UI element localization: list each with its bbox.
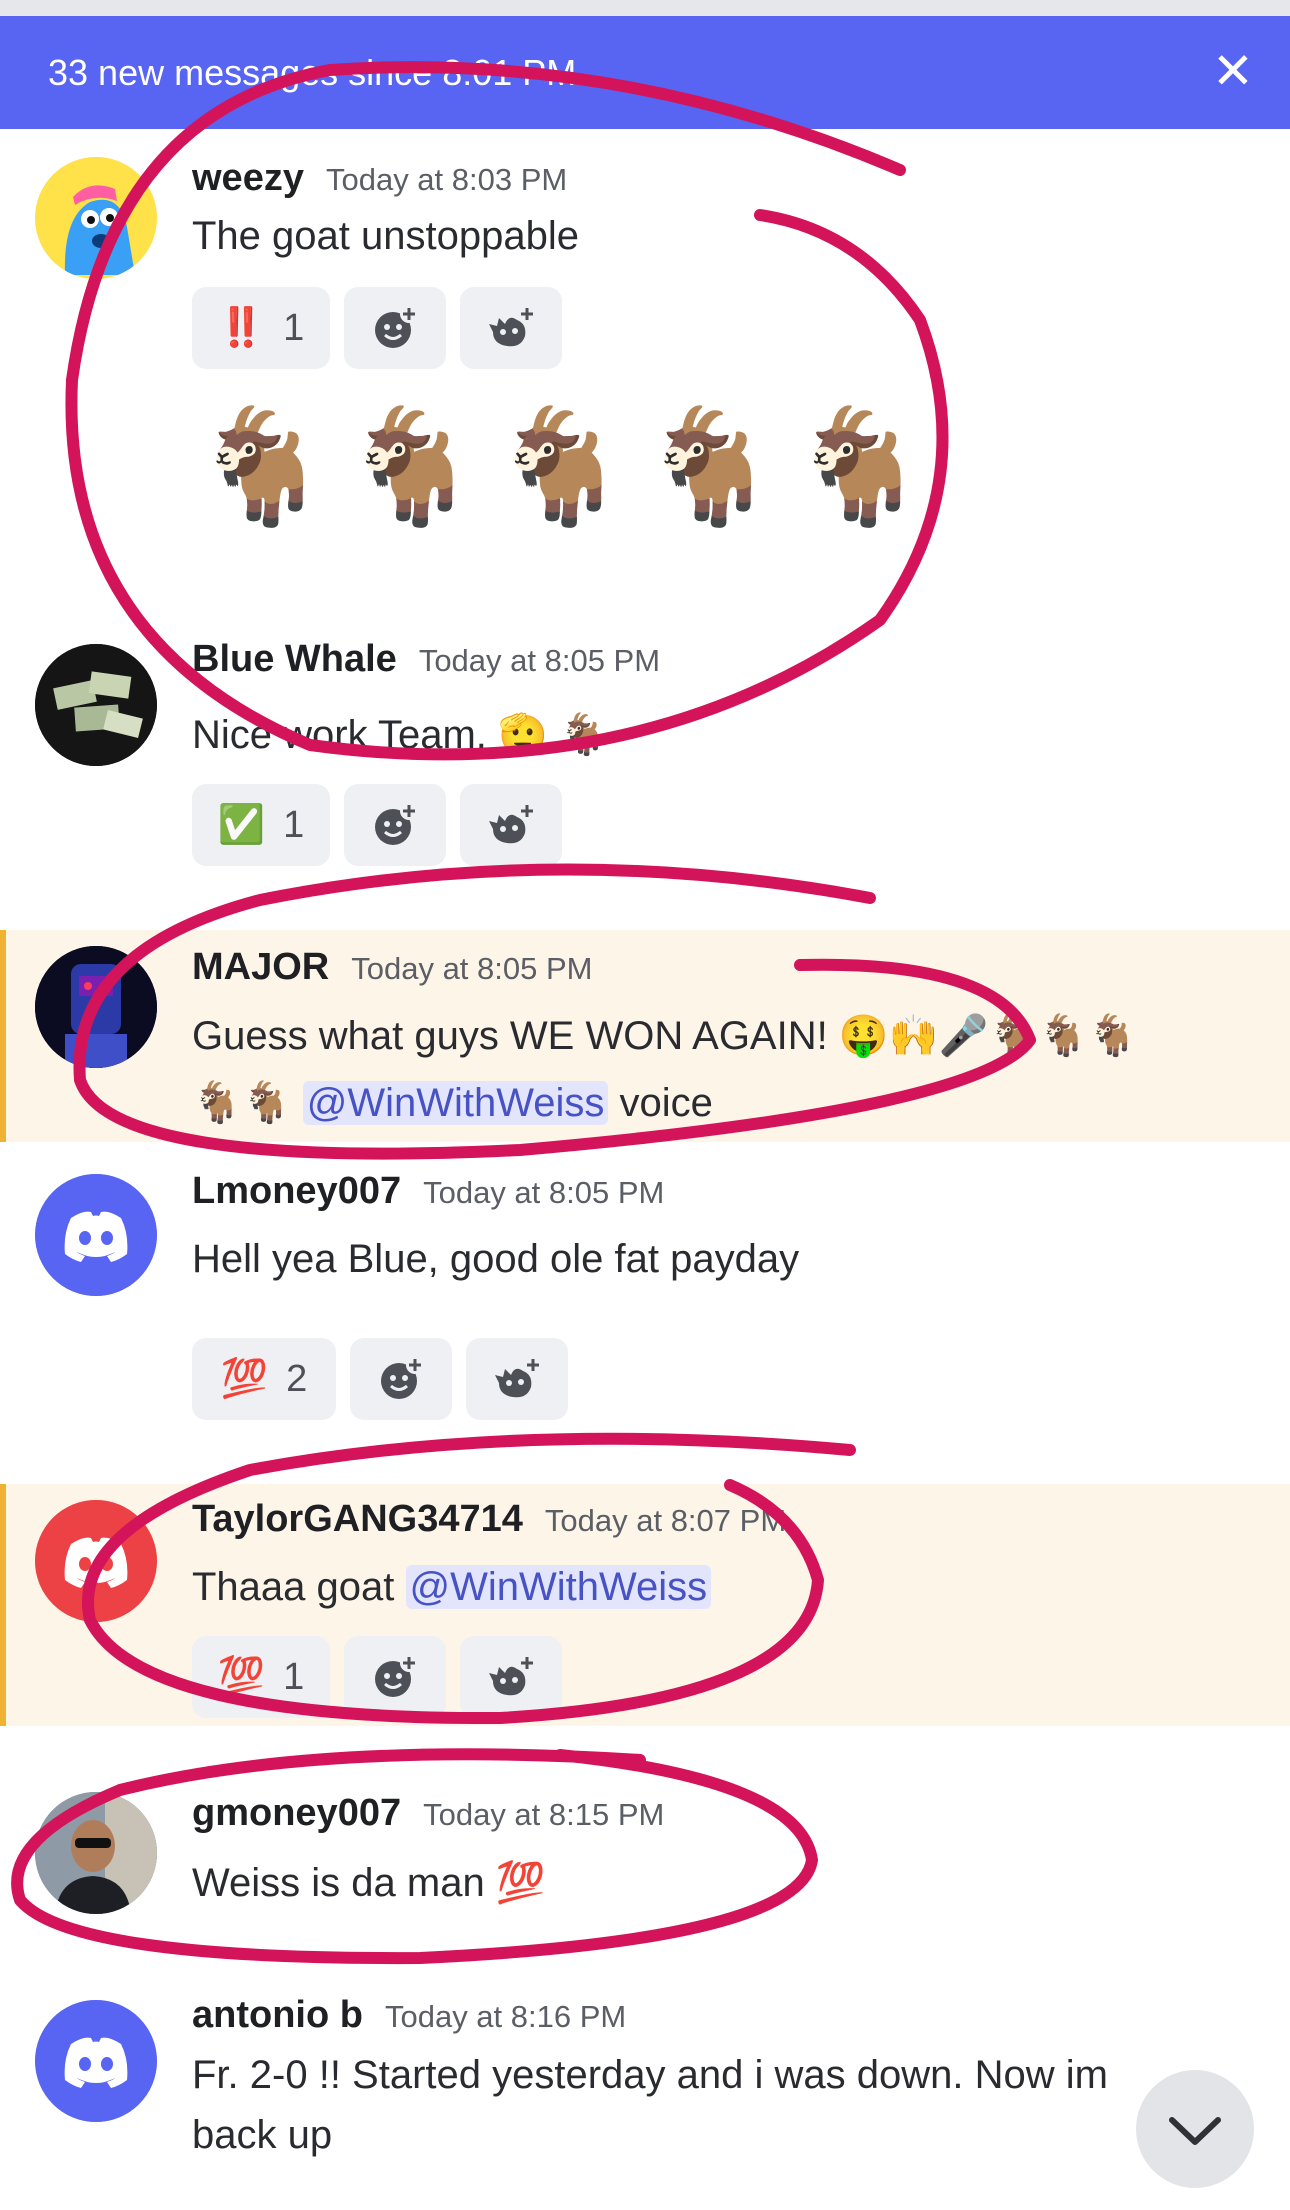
author-name[interactable]: weezy Today at 8:03 PM: [192, 157, 567, 200]
message-text: Weiss is da man 💯: [192, 1861, 546, 1905]
reaction-count: 1: [283, 803, 305, 846]
timestamp: Today at 8:07 PM: [544, 1503, 787, 1538]
reaction-bar: ‼️ 1: [192, 287, 562, 369]
timestamp: Today at 8:03 PM: [325, 162, 568, 197]
add-reaction-button[interactable]: [344, 1636, 446, 1718]
avatar[interactable]: [35, 1792, 157, 1914]
super-reaction-icon: [489, 1654, 536, 1696]
add-reaction-icon: [381, 1356, 424, 1399]
reaction-count: 1: [283, 1655, 305, 1698]
discord-logo-icon: [35, 1174, 157, 1296]
add-super-reaction-button[interactable]: [466, 1338, 568, 1420]
avatar[interactable]: [35, 157, 157, 279]
avatar[interactable]: [35, 1174, 157, 1296]
status-bar-strip: [0, 0, 1290, 16]
chevron-down-icon: [1169, 2117, 1221, 2145]
reaction-emoji: 💯: [217, 1656, 266, 1698]
reaction-count: 2: [286, 1357, 308, 1400]
jump-to-bottom-button[interactable]: [1136, 2070, 1254, 2188]
reaction-hundred-points[interactable]: 💯 1: [192, 1636, 330, 1718]
reaction-emoji: ✅: [217, 804, 266, 846]
message-text: Thaaa goat @WinWithWeiss: [192, 1554, 1232, 1620]
avatar[interactable]: [35, 2000, 157, 2122]
message-text-line-1: Fr. 2-0 !! Started yesterday and i was d…: [192, 2053, 1108, 2097]
new-messages-banner[interactable]: 33 new messages since 8:01 PM ✕: [0, 16, 1290, 129]
add-super-reaction-button[interactable]: [460, 1636, 562, 1718]
author-name[interactable]: Lmoney007 Today at 8:05 PM: [192, 1170, 664, 1213]
message-lmoney007[interactable]: Lmoney007 Today at 8:05 PM Hell yea Blue,…: [0, 1170, 1290, 1440]
author-name[interactable]: Blue Whale Today at 8:05 PM: [192, 638, 660, 681]
message-antonio-b[interactable]: antonio b Today at 8:16 PM Fr. 2-0 !! Sta…: [0, 1990, 1290, 2210]
reaction-hundred-points[interactable]: 💯 2: [192, 1338, 336, 1420]
discord-logo-icon: [35, 1500, 157, 1622]
timestamp: Today at 8:05 PM: [351, 951, 593, 986]
message-taylorgang34714[interactable]: TaylorGANG34714 Today at 8:07 PM Thaaa go…: [0, 1484, 1290, 1726]
blue-monster-avatar-icon: [35, 157, 157, 279]
add-reaction-icon: [375, 1654, 418, 1697]
robot-avatar-icon: [35, 946, 157, 1068]
user-mention[interactable]: @WinWithWeiss: [302, 1081, 609, 1125]
message-weezy[interactable]: weezy Today at 8:03 PM The goat unstoppab…: [0, 129, 1290, 609]
add-super-reaction-button[interactable]: [460, 287, 562, 369]
timestamp: Today at 8:05 PM: [423, 1175, 665, 1210]
add-reaction-button[interactable]: [344, 784, 446, 866]
super-reaction-icon: [495, 1356, 542, 1398]
timestamp: Today at 8:16 PM: [384, 1999, 627, 2034]
reaction-bar: ✅ 1: [192, 784, 562, 866]
add-reaction-icon: [375, 305, 418, 348]
add-super-reaction-button[interactable]: [460, 784, 562, 866]
reaction-count: 1: [283, 306, 305, 349]
discord-logo-icon: [35, 2000, 157, 2122]
person-photo-avatar-icon: [35, 1792, 157, 1914]
reaction-bar: 💯 2: [192, 1338, 568, 1420]
add-reaction-icon: [375, 802, 418, 845]
message-major[interactable]: MAJOR Today at 8:05 PM Guess what guys WE…: [0, 930, 1290, 1142]
big-emoji-line: 🐐🐐🐐🐐🐐: [192, 404, 940, 529]
message-text: The goat unstoppable: [192, 214, 579, 258]
reaction-check-mark[interactable]: ✅ 1: [192, 784, 330, 866]
message-text-line-2: 🐐🐐 @WinWithWeiss voice: [192, 1081, 713, 1125]
super-reaction-icon: [489, 802, 536, 844]
timestamp: Today at 8:15 PM: [423, 1797, 665, 1832]
message-text: Hell yea Blue, good ole fat payday: [192, 1237, 800, 1281]
message-gmoney007[interactable]: gmoney007 Today at 8:15 PM Weiss is da ma…: [0, 1770, 1290, 1950]
reaction-double-exclamation[interactable]: ‼️ 1: [192, 287, 330, 369]
message-text-line-1: Guess what guys WE WON AGAIN! 🤑🙌🎤🐐🐐🐐: [192, 1014, 1138, 1058]
new-messages-text[interactable]: 33 new messages since 8:01 PM: [48, 52, 576, 94]
avatar[interactable]: [35, 1500, 157, 1622]
reaction-emoji: 💯: [220, 1358, 269, 1400]
message-blue-whale[interactable]: Blue Whale Today at 8:05 PM Nice work Tea…: [0, 620, 1290, 900]
timestamp: Today at 8:05 PM: [418, 643, 661, 678]
author-name[interactable]: MAJOR Today at 8:05 PM: [192, 946, 592, 989]
reaction-bar: 💯 1: [192, 1636, 562, 1718]
author-name[interactable]: antonio b Today at 8:16 PM: [192, 1994, 626, 2037]
user-mention[interactable]: @WinWithWeiss: [405, 1565, 712, 1609]
avatar[interactable]: [35, 946, 157, 1068]
cash-avatar-icon: [35, 644, 157, 766]
close-icon[interactable]: ✕: [1206, 44, 1260, 98]
avatar[interactable]: [35, 644, 157, 766]
author-name[interactable]: TaylorGANG34714 Today at 8:07 PM: [192, 1498, 786, 1541]
message-text: Nice work Team. 🫡 🐐: [192, 713, 609, 757]
reaction-emoji: ‼️: [217, 307, 266, 349]
add-reaction-button[interactable]: [350, 1338, 452, 1420]
message-text-line-2: back up: [192, 2113, 333, 2157]
author-name[interactable]: gmoney007 Today at 8:15 PM: [192, 1792, 664, 1835]
add-reaction-button[interactable]: [344, 287, 446, 369]
super-reaction-icon: [489, 305, 536, 347]
